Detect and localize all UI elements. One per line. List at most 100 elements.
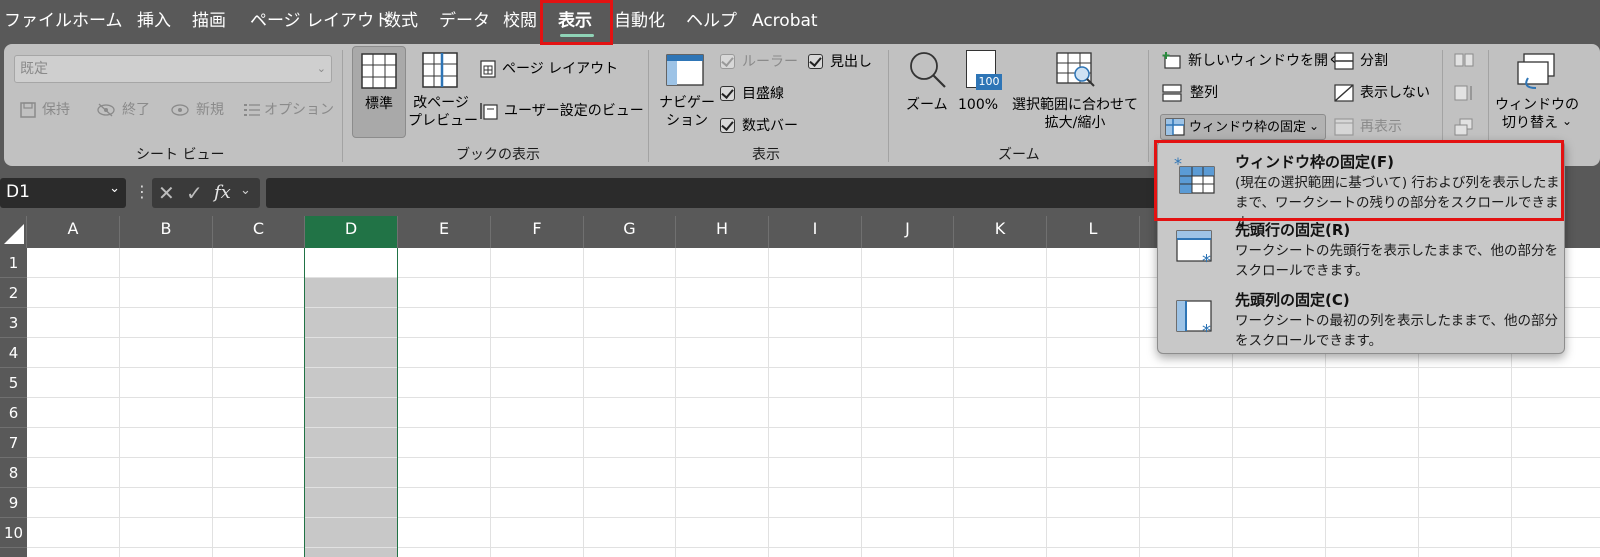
row-header-9[interactable]: 9: [0, 488, 27, 518]
freeze-top-row-desc: ワークシートの先頭行を表示したままで、他の部分をスクロールできます。: [1235, 243, 1559, 279]
tab-formulas[interactable]: 数式: [384, 10, 418, 32]
exit-button[interactable]: 終了: [94, 100, 156, 122]
column-header-i[interactable]: I: [769, 216, 862, 248]
column-header-l[interactable]: L: [1047, 216, 1140, 248]
gridline: [768, 248, 769, 557]
headings-checkbox[interactable]: 見出し: [806, 52, 882, 72]
formula-input[interactable]: [266, 178, 1166, 208]
synchronous-scrolling-button[interactable]: [1454, 84, 1478, 104]
zoom-button[interactable]: ズーム: [900, 48, 954, 138]
menu-item-freeze-top-row[interactable]: * 先頭行の固定(R) ワークシートの先頭行を表示したままで、他の部分をスクロー…: [1158, 217, 1564, 287]
arrange-button[interactable]: 整列: [1160, 82, 1240, 104]
zoom-100-button[interactable]: 100 100%: [956, 48, 1006, 138]
sheet-view-dropdown[interactable]: 既定 ⌄: [14, 55, 332, 83]
menu-item-freeze-first-column[interactable]: * 先頭列の固定(C) ワークシートの最初の列を表示したままで、他の部分をスクロ…: [1158, 287, 1564, 357]
switch-windows-label-2: 切り替え: [1502, 115, 1558, 131]
column-header-f[interactable]: F: [491, 216, 584, 248]
tab-acrobat[interactable]: Acrobat: [752, 10, 818, 32]
custom-views-button[interactable]: ユーザー設定のビュー: [478, 100, 644, 122]
row-header-10[interactable]: 10: [0, 518, 27, 548]
selected-column-d: [305, 248, 397, 557]
unhide-window-button[interactable]: 再表示: [1332, 116, 1432, 138]
cancel-icon[interactable]: ✕: [158, 181, 175, 205]
gridline: [27, 397, 1600, 398]
options-button[interactable]: オプション: [242, 100, 334, 122]
gridline: [212, 248, 213, 557]
tab-draw[interactable]: 描画: [192, 10, 226, 32]
row-header-7[interactable]: 7: [0, 428, 27, 458]
column-header-d[interactable]: D: [305, 216, 398, 248]
side-by-side-icon: [1454, 53, 1474, 67]
reset-window-position-button[interactable]: [1454, 118, 1478, 138]
freeze-panes-button[interactable]: ウィンドウ枠の固定 ⌄: [1160, 114, 1326, 140]
tab-home[interactable]: ホーム: [72, 10, 123, 32]
svg-text:*: *: [1202, 321, 1211, 337]
view-side-by-side-button[interactable]: [1454, 52, 1478, 72]
tab-data[interactable]: データ: [439, 10, 490, 32]
column-header-a[interactable]: A: [27, 216, 120, 248]
column-header-c[interactable]: C: [213, 216, 305, 248]
column-header-h[interactable]: H: [676, 216, 769, 248]
formula-bar-label: 数式バー: [742, 118, 798, 134]
row-header-3[interactable]: 3: [0, 308, 27, 338]
selection-border: [397, 248, 398, 557]
chevron-down-icon: ⌄: [1309, 119, 1320, 133]
ruler-checkbox[interactable]: ルーラー: [718, 52, 798, 72]
hide-window-label: 表示しない: [1360, 85, 1430, 101]
sheet-view-group-label: シート ビュー: [136, 147, 225, 163]
eye-off-icon: [97, 103, 115, 117]
column-header-k[interactable]: K: [954, 216, 1047, 248]
gridline: [1046, 248, 1047, 557]
gridline: [27, 517, 1600, 518]
zoom-to-selection-button[interactable]: 選択範囲に合わせて 拡大/縮小: [1008, 48, 1142, 138]
keep-button[interactable]: 保持: [18, 100, 82, 122]
row-header-5[interactable]: 5: [0, 368, 27, 398]
tab-file[interactable]: ファイル: [4, 10, 72, 32]
zoom-100-label: 100%: [958, 97, 999, 113]
row-header-1[interactable]: 1: [0, 248, 27, 278]
page-break-label-1: 改ページ: [413, 95, 469, 111]
column-header-j[interactable]: J: [862, 216, 954, 248]
gridlines-check-icon: [720, 86, 735, 101]
hide-window-button[interactable]: 表示しない: [1332, 82, 1432, 104]
page-break-preview-button[interactable]: 改ページ プレビュー: [408, 46, 478, 138]
tab-help[interactable]: ヘルプ: [686, 10, 737, 32]
navigation-button[interactable]: ナビゲー ション: [656, 50, 718, 140]
custom-views-icon: [480, 103, 498, 120]
gridline: [27, 457, 1600, 458]
menu-item-freeze-panes[interactable]: * ウィンドウ枠の固定(F) (現在の選択範囲に基づいて) 行および列を表示した…: [1158, 147, 1564, 231]
active-cell-d1[interactable]: [305, 248, 397, 278]
formula-bar-grip-icon: ⋮: [134, 182, 150, 201]
formula-bar-checkbox[interactable]: 数式バー: [718, 116, 808, 136]
normal-view-button[interactable]: 標準: [352, 46, 406, 138]
tab-automate[interactable]: 自動化: [614, 10, 665, 32]
insert-function-icon[interactable]: fx: [214, 182, 231, 203]
new-view-button[interactable]: 新規: [168, 100, 230, 122]
reset-position-icon: [1454, 118, 1473, 136]
tab-insert[interactable]: 挿入: [137, 10, 171, 32]
select-all-button[interactable]: [0, 216, 27, 248]
column-header-e[interactable]: E: [398, 216, 491, 248]
page-layout-view-button[interactable]: ページ レイアウト: [478, 58, 618, 80]
gridlines-checkbox[interactable]: 目盛線: [718, 84, 798, 104]
chevron-down-icon: ⌄: [316, 62, 326, 75]
row-header-6[interactable]: 6: [0, 398, 27, 428]
name-box[interactable]: D1 ⌄: [0, 178, 126, 208]
group-separator: [888, 50, 889, 162]
row-header-8[interactable]: 8: [0, 458, 27, 488]
list-icon: [244, 104, 260, 116]
row-header-4[interactable]: 4: [0, 338, 27, 368]
switch-windows-button[interactable]: ウィンドウの 切り替え ⌄: [1494, 48, 1580, 138]
enter-icon[interactable]: ✓: [186, 181, 203, 205]
column-header-b[interactable]: B: [120, 216, 213, 248]
new-window-button[interactable]: 新しいウィンドウを開く: [1160, 50, 1342, 72]
page-break-icon: [422, 52, 458, 88]
tab-page-layout[interactable]: ページ レイアウト: [250, 10, 391, 32]
row-header-2[interactable]: 2: [0, 278, 27, 308]
split-button[interactable]: 分割: [1332, 50, 1412, 72]
tab-review[interactable]: 校閲: [503, 10, 537, 32]
freeze-panes-icon: [1165, 118, 1185, 136]
new-window-label: 新しいウィンドウを開く: [1188, 53, 1342, 69]
column-header-g[interactable]: G: [584, 216, 676, 248]
tab-view[interactable]: 表示: [558, 10, 592, 32]
